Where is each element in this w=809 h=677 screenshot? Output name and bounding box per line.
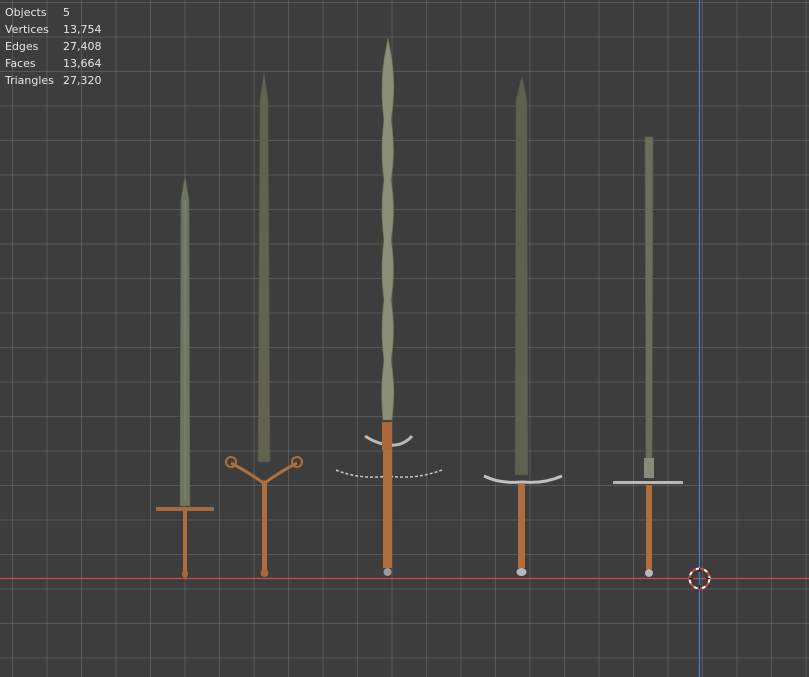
sword-4-crossguard	[483, 474, 563, 484]
sword-2-guard-end-left	[225, 456, 237, 468]
sword-1-pommel	[182, 570, 188, 578]
statistics-overlay: Objects 5 Vertices 13,754 Edges 27,408 F…	[5, 4, 102, 89]
stat-value: 27,320	[63, 74, 102, 87]
stat-value: 5	[63, 6, 70, 19]
viewport-scene[interactable]	[0, 0, 809, 677]
sword-5-blade	[644, 136, 654, 479]
sword-2[interactable]	[225, 71, 303, 577]
stat-label: Edges	[5, 40, 39, 53]
stat-value: 13,664	[63, 57, 102, 70]
sword-2-guard-end-right	[291, 456, 303, 468]
sword-2-crossguard	[230, 461, 298, 484]
sword-2-pommel	[260, 569, 269, 577]
stat-row-triangles: Triangles 27,320	[5, 72, 102, 89]
sword-2-grip	[262, 482, 267, 572]
sword-3-ricasso	[382, 422, 392, 450]
sword-3-grip	[383, 450, 392, 568]
stat-label: Objects	[5, 6, 47, 19]
sword-5[interactable]	[613, 136, 683, 577]
sword-4-pommel	[516, 568, 527, 576]
stat-label: Triangles	[5, 74, 54, 87]
stat-label: Vertices	[5, 23, 49, 36]
sword-5-ricasso	[644, 458, 654, 478]
stat-row-faces: Faces 13,664	[5, 55, 102, 72]
stat-value: 13,754	[63, 23, 102, 36]
sword-4-grip	[518, 484, 525, 568]
sword-5-pommel	[645, 569, 653, 577]
sword-5-crossguard	[613, 481, 683, 484]
stat-row-vertices: Vertices 13,754	[5, 21, 102, 38]
stat-value: 27,408	[63, 40, 102, 53]
stat-row-objects: Objects 5	[5, 4, 102, 21]
sword-4[interactable]	[483, 75, 563, 576]
stat-row-edges: Edges 27,408	[5, 38, 102, 55]
sword-2-blade	[257, 71, 271, 463]
sword-5-grip	[646, 485, 652, 569]
sword-1-crossguard	[156, 507, 214, 511]
3d-viewport[interactable]: Objects 5 Vertices 13,754 Edges 27,408 F…	[0, 0, 809, 677]
sword-1[interactable]	[156, 175, 214, 578]
sword-3-blade	[381, 37, 395, 421]
sword-4-blade	[514, 75, 529, 476]
sword-3-pommel	[383, 568, 392, 576]
stat-label: Faces	[5, 57, 36, 70]
sword-1-grip	[183, 511, 187, 573]
sword-3[interactable]	[335, 37, 443, 576]
